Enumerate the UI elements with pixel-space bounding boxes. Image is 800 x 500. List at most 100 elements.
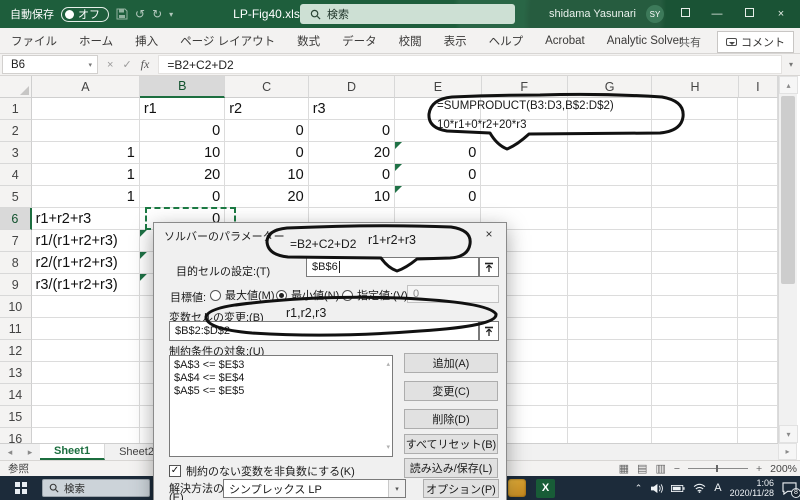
cell-D1[interactable]: r3	[309, 98, 395, 120]
cell-G14[interactable]	[568, 384, 652, 406]
cell-H1[interactable]	[652, 98, 738, 120]
row-header-1[interactable]: 1	[0, 98, 32, 120]
cell-A10[interactable]	[32, 296, 140, 318]
cell-D3[interactable]: 20	[309, 142, 395, 164]
cell-A14[interactable]	[32, 384, 140, 406]
cell-F3[interactable]	[481, 142, 567, 164]
row-header-14[interactable]: 14	[0, 384, 32, 406]
constraint-item[interactable]: $A$3 <= $E$3	[174, 359, 388, 372]
list-scroll-up-icon[interactable]: ▴	[386, 358, 390, 371]
cell-G5[interactable]	[568, 186, 652, 208]
ime-indicator[interactable]: A	[714, 482, 721, 494]
cell-G12[interactable]	[568, 340, 652, 362]
row-header-12[interactable]: 12	[0, 340, 32, 362]
speaker-icon[interactable]	[650, 483, 663, 494]
cell-I3[interactable]	[738, 142, 778, 164]
cell-A12[interactable]	[32, 340, 140, 362]
column-header-I[interactable]: I	[739, 76, 778, 98]
cell-A6[interactable]: r1+r2+r3	[32, 208, 140, 230]
row-header-13[interactable]: 13	[0, 362, 32, 384]
cell-G7[interactable]	[568, 230, 652, 252]
tab-page-layout[interactable]: ページ レイアウト	[169, 28, 286, 54]
zoom-slider[interactable]	[688, 468, 748, 469]
row-header-7[interactable]: 7	[0, 230, 32, 252]
row-header-9[interactable]: 9	[0, 274, 32, 296]
cell-G8[interactable]	[568, 252, 652, 274]
cell-B4[interactable]: 20	[140, 164, 225, 186]
constraint-item[interactable]: $A$4 <= $E$4	[174, 372, 388, 385]
cell-I7[interactable]	[738, 230, 778, 252]
tab-home[interactable]: ホーム	[68, 28, 124, 54]
cell-F1[interactable]	[481, 98, 567, 120]
list-scroll-down-icon[interactable]: ▾	[386, 441, 390, 454]
cell-G10[interactable]	[568, 296, 652, 318]
autosave-toggle[interactable]: オフ	[61, 7, 109, 22]
cell-G11[interactable]	[568, 318, 652, 340]
cell-F2[interactable]	[481, 120, 567, 142]
cell-G2[interactable]	[568, 120, 652, 142]
reset-all-button[interactable]: すべてリセット(B)	[404, 434, 498, 454]
cell-I8[interactable]	[738, 252, 778, 274]
cell-H11[interactable]	[652, 318, 738, 340]
column-header-E[interactable]: E	[395, 76, 481, 98]
row-header-5[interactable]: 5	[0, 186, 32, 208]
cell-C3[interactable]: 0	[225, 142, 308, 164]
cell-H8[interactable]	[652, 252, 738, 274]
cell-D2[interactable]: 0	[309, 120, 395, 142]
tab-help[interactable]: ヘルプ	[478, 28, 535, 54]
cell-G15[interactable]	[568, 406, 652, 428]
column-header-D[interactable]: D	[309, 76, 395, 98]
radio-value-of[interactable]: 指定値:(V)	[342, 287, 408, 303]
user-name[interactable]: shidama Yasunari	[549, 8, 636, 20]
search-box[interactable]: 検索	[300, 4, 515, 24]
delete-constraint-button[interactable]: 削除(D)	[404, 409, 498, 429]
cell-A5[interactable]: 1	[32, 186, 140, 208]
column-header-H[interactable]: H	[652, 76, 738, 98]
cell-I4[interactable]	[738, 164, 778, 186]
taskbar-search-box[interactable]: 検索	[42, 479, 150, 497]
scroll-right-icon[interactable]: ▸	[778, 443, 797, 460]
page-break-view-icon[interactable]: ▥	[655, 462, 665, 475]
select-all-corner[interactable]	[0, 76, 32, 98]
cell-B1[interactable]: r1	[140, 98, 225, 120]
cell-I13[interactable]	[738, 362, 778, 384]
cell-C1[interactable]: r2	[225, 98, 308, 120]
cell-D4[interactable]: 0	[309, 164, 395, 186]
cell-I14[interactable]	[738, 384, 778, 406]
cell-H10[interactable]	[652, 296, 738, 318]
options-button[interactable]: オプション(P)	[423, 479, 499, 498]
cell-A3[interactable]: 1	[32, 142, 140, 164]
ribbon-display-options-icon[interactable]	[674, 8, 696, 20]
cell-E2[interactable]	[395, 120, 481, 142]
cell-G16[interactable]	[568, 428, 652, 443]
cell-B3[interactable]: 10	[140, 142, 225, 164]
add-constraint-button[interactable]: 追加(A)	[404, 353, 498, 373]
cell-H13[interactable]	[652, 362, 738, 384]
wifi-icon[interactable]	[693, 483, 706, 493]
tray-chevron-icon[interactable]: ⌃	[635, 483, 643, 494]
name-box[interactable]: B6 ▾	[2, 55, 98, 74]
constraints-listbox[interactable]: $A$3 <= $E$3 $A$4 <= $E$4 $A$5 <= $E$5 ▴…	[169, 355, 393, 457]
radio-min[interactable]: 最小値(N)	[276, 287, 339, 303]
cell-D5[interactable]: 10	[309, 186, 395, 208]
cell-B2[interactable]: 0	[140, 120, 225, 142]
cell-F5[interactable]	[481, 186, 567, 208]
tab-view[interactable]: 表示	[433, 28, 478, 54]
cell-C2[interactable]: 0	[225, 120, 308, 142]
cell-I15[interactable]	[738, 406, 778, 428]
variable-cells-input[interactable]: $B$2:$D$2	[169, 321, 479, 341]
excel-taskbar-icon[interactable]: X	[536, 479, 555, 498]
cell-H2[interactable]	[652, 120, 738, 142]
row-header-16[interactable]: 16	[0, 428, 32, 443]
cell-C4[interactable]: 10	[225, 164, 308, 186]
cell-I1[interactable]	[738, 98, 778, 120]
cell-H12[interactable]	[652, 340, 738, 362]
action-center-icon[interactable]: 8	[782, 482, 797, 495]
cell-I9[interactable]	[738, 274, 778, 296]
row-header-11[interactable]: 11	[0, 318, 32, 340]
cell-H9[interactable]	[652, 274, 738, 296]
goal-value-input[interactable]: 0	[407, 285, 499, 303]
cell-I5[interactable]	[738, 186, 778, 208]
cell-I11[interactable]	[738, 318, 778, 340]
row-header-3[interactable]: 3	[0, 142, 32, 164]
